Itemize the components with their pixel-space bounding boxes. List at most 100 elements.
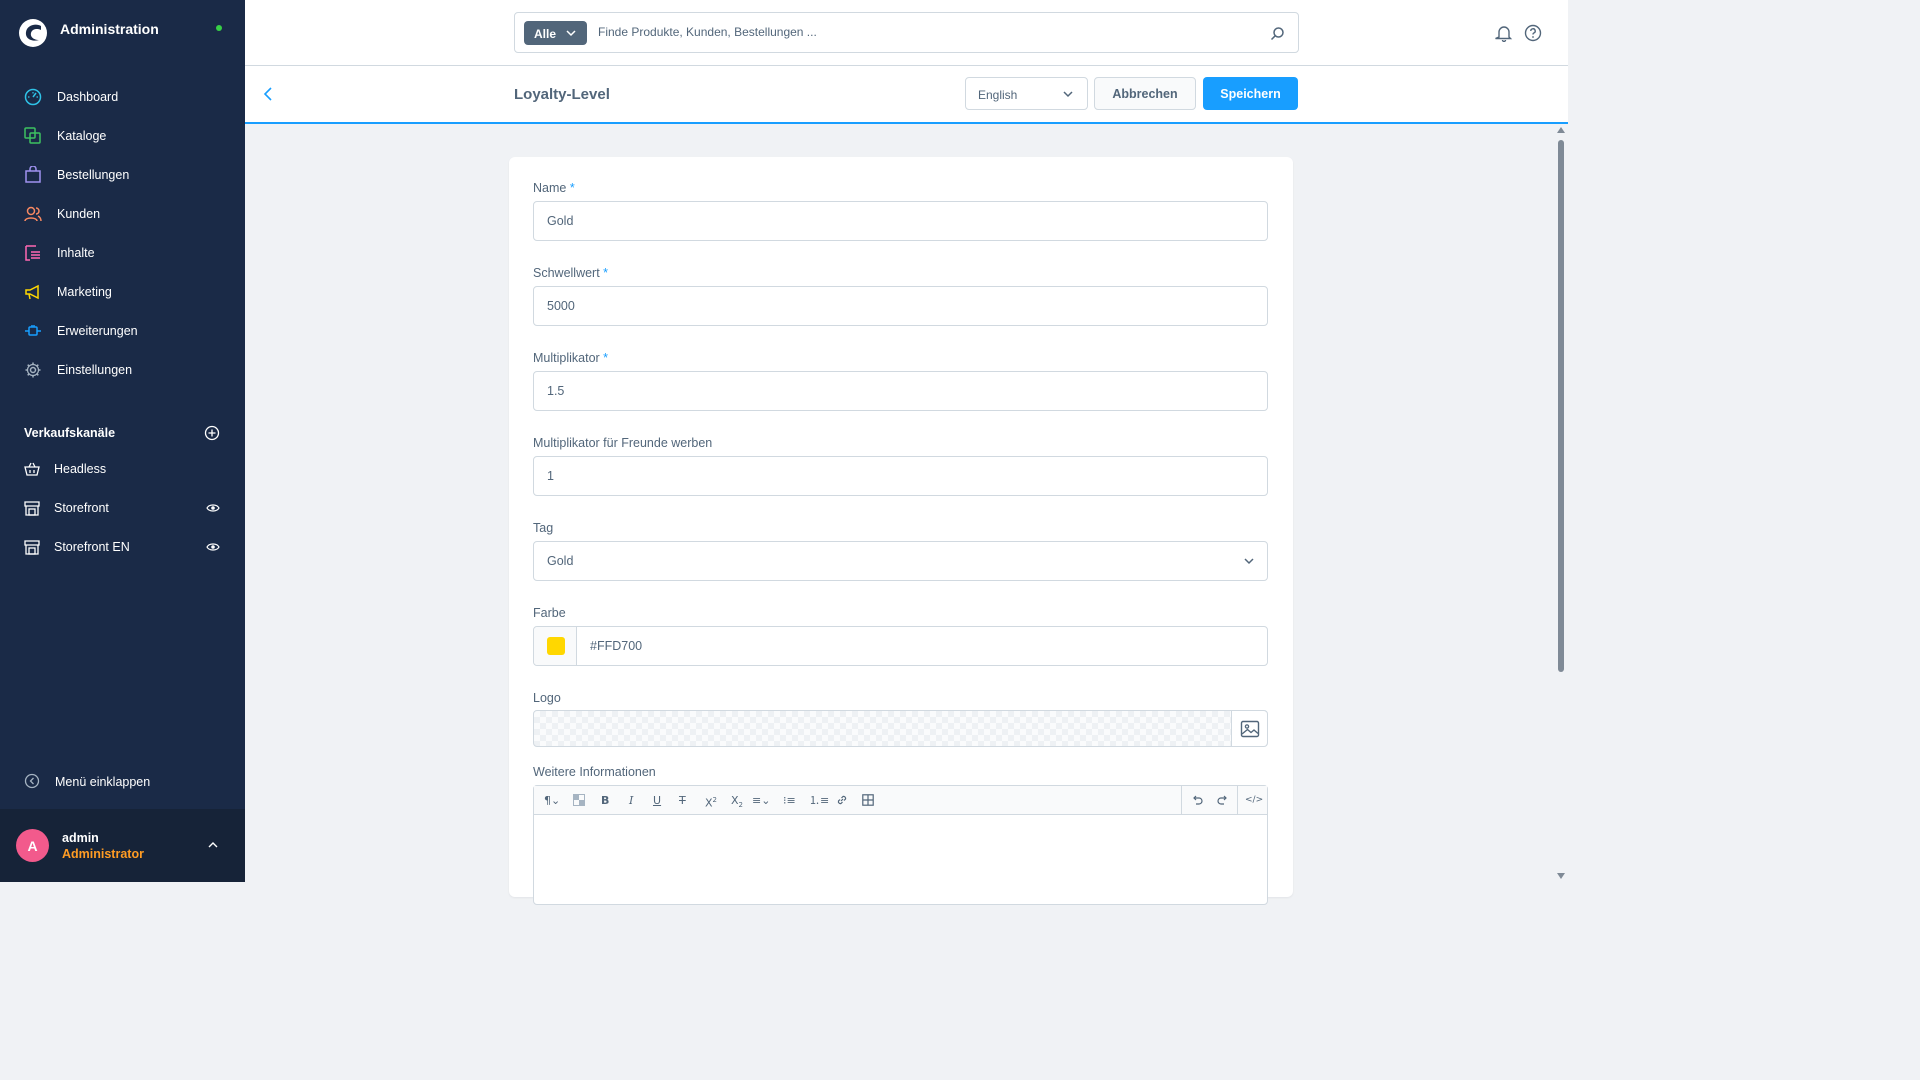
threshold-field[interactable]: 5000: [533, 286, 1268, 326]
table-icon[interactable]: [862, 794, 874, 806]
multiplier-label: Multiplikator *: [533, 351, 609, 365]
color-field[interactable]: #FFD700: [533, 626, 1268, 666]
tag-value: Gold: [547, 554, 574, 568]
sidebar-item-content[interactable]: Inhalte: [0, 235, 245, 271]
sales-channel-storefront-en[interactable]: Storefront EN: [0, 529, 245, 565]
bell-icon[interactable]: [1495, 24, 1513, 42]
sidebar-item-settings[interactable]: Einstellungen: [0, 352, 245, 388]
media-picker-button[interactable]: [1231, 711, 1267, 746]
collapse-menu-button[interactable]: Menü einklappen: [24, 772, 244, 792]
threshold-label: Schwellwert *: [533, 266, 609, 280]
color-label: Farbe: [533, 606, 566, 620]
tag-select[interactable]: Gold: [533, 541, 1268, 581]
smart-bar: Loyalty-Level English Abbrechen Speicher…: [245, 66, 1568, 124]
language-select[interactable]: English: [965, 77, 1088, 110]
collapse-menu-label: Menü einklappen: [55, 775, 151, 789]
sidebar-item-label: Kunden: [57, 207, 101, 221]
user-role: Administrator: [62, 847, 144, 861]
logo-upload-field[interactable]: [533, 710, 1268, 747]
sidebar: Administration Dashboard Kataloge Bestel…: [0, 0, 245, 882]
storefront-icon: [24, 501, 40, 516]
orders-icon: [25, 166, 41, 183]
link-icon[interactable]: [836, 794, 848, 806]
status-indicator: [216, 25, 222, 31]
chevron-up-icon[interactable]: [208, 841, 218, 849]
global-search: Alle: [514, 12, 1299, 53]
app-title: Administration: [60, 21, 159, 37]
sales-channel-label: Storefront: [54, 501, 109, 515]
tag-label: Tag: [533, 521, 554, 535]
paragraph-format-icon[interactable]: ¶⌄: [544, 794, 560, 807]
eye-icon[interactable]: [206, 502, 220, 514]
sidebar-item-label: Erweiterungen: [57, 324, 138, 338]
avatar: A: [16, 829, 49, 862]
bold-icon[interactable]: B: [601, 794, 609, 807]
search-input[interactable]: [598, 25, 1238, 39]
superscript-icon[interactable]: X2: [705, 794, 717, 810]
scroll-down-arrow-icon[interactable]: [1557, 873, 1565, 879]
eye-icon[interactable]: [206, 541, 220, 553]
strikethrough-icon[interactable]: T: [679, 794, 686, 807]
scrollbar-thumb[interactable]: [1558, 140, 1564, 672]
ordered-list-icon[interactable]: ⒈≡: [809, 794, 829, 807]
multiplier-value: 1.5: [547, 384, 565, 398]
chevron-down-icon: [1244, 558, 1254, 565]
back-icon[interactable]: [262, 86, 274, 102]
sidebar-item-dashboard[interactable]: Dashboard: [0, 79, 245, 115]
sidebar-item-label: Kataloge: [57, 129, 107, 143]
sidebar-item-extensions[interactable]: Erweiterungen: [0, 313, 245, 349]
user-name: admin: [62, 831, 99, 845]
italic-icon[interactable]: I: [629, 794, 633, 807]
basket-icon: [24, 462, 40, 476]
threshold-value: 5000: [547, 299, 575, 313]
clear-format-icon[interactable]: [573, 794, 585, 806]
sidebar-item-catalog[interactable]: Kataloge: [0, 118, 245, 154]
sales-channel-label: Storefront EN: [54, 540, 130, 554]
help-icon[interactable]: [1524, 24, 1542, 42]
user-menu[interactable]: A admin Administrator: [0, 809, 245, 882]
sales-channels-title: Verkaufskanäle: [24, 426, 116, 440]
sidebar-item-label: Bestellungen: [57, 168, 130, 182]
loyalty-level-form: Name * Gold Schwellwert * 5000 Multiplik…: [509, 157, 1293, 905]
save-button[interactable]: Speichern: [1203, 77, 1298, 110]
undo-icon[interactable]: [1191, 794, 1203, 806]
page-scrollbar[interactable]: [1555, 124, 1568, 882]
sales-channel-label: Headless: [54, 462, 107, 476]
chevron-down-icon: [1063, 91, 1073, 98]
sidebar-header: Administration: [0, 0, 245, 62]
dashboard-icon: [24, 88, 42, 106]
megaphone-icon: [25, 284, 39, 300]
cancel-button[interactable]: Abbrechen: [1094, 77, 1196, 110]
editor-toolbar: ¶⌄ B I U T X2 X2 ≡⌄ ⁝≡ ⒈≡ </>: [534, 786, 1267, 815]
referral-multiplier-field[interactable]: 1: [533, 456, 1268, 496]
name-value: Gold: [547, 214, 574, 228]
unordered-list-icon[interactable]: ⁝≡: [783, 794, 796, 807]
image-icon: [1240, 720, 1260, 738]
sidebar-item-marketing[interactable]: Marketing: [0, 274, 245, 310]
content-icon: [25, 245, 40, 261]
subscript-icon[interactable]: X2: [731, 794, 743, 809]
text-align-icon[interactable]: ≡⌄: [752, 794, 770, 807]
name-field[interactable]: Gold: [533, 201, 1268, 241]
shopware-logo-icon[interactable]: [18, 18, 48, 48]
sales-channel-headless[interactable]: Headless: [0, 451, 245, 487]
multiplier-field[interactable]: 1.5: [533, 371, 1268, 411]
color-swatch-button[interactable]: [534, 627, 577, 665]
language-value: English: [978, 88, 1018, 102]
add-sales-channel-icon[interactable]: [204, 425, 220, 441]
chevron-left-circle-icon: [24, 773, 40, 789]
underline-icon[interactable]: U: [653, 794, 661, 807]
sidebar-item-orders[interactable]: Bestellungen: [0, 157, 245, 193]
referral-multiplier-label: Multiplikator für Freunde werben: [533, 436, 713, 450]
search-type-select[interactable]: Alle: [524, 21, 587, 45]
plug-icon: [25, 325, 41, 336]
redo-icon[interactable]: [1217, 794, 1229, 806]
search-icon[interactable]: [1270, 26, 1285, 41]
sidebar-item-customers[interactable]: Kunden: [0, 196, 245, 232]
catalog-icon: [24, 127, 41, 144]
sales-channel-storefront[interactable]: Storefront: [0, 490, 245, 526]
scroll-up-arrow-icon[interactable]: [1557, 127, 1565, 133]
toolbar-separator: [1181, 786, 1182, 815]
page-title: Loyalty-Level: [514, 86, 610, 103]
code-view-icon[interactable]: </>: [1245, 794, 1263, 807]
